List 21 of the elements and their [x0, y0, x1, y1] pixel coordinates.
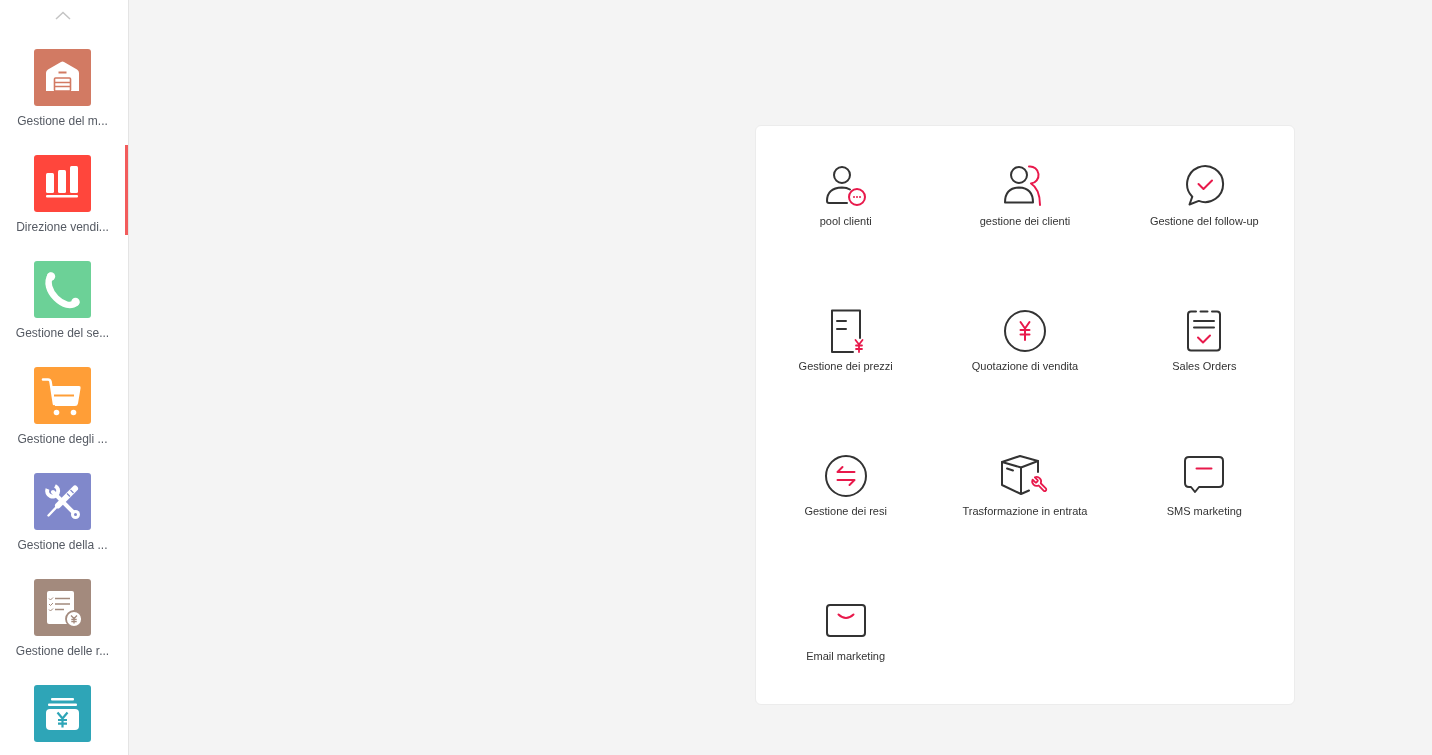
sidebar-item[interactable]: Direzione vendi... — [0, 145, 128, 235]
box-wrench-icon — [1000, 454, 1050, 498]
exchange-arrows-icon — [823, 454, 868, 498]
chevron-up-icon[interactable] — [54, 11, 71, 20]
module-link[interactable]: Quotazione di vendita — [971, 309, 1079, 373]
module-link[interactable]: Trasformazione in entrata — [962, 454, 1088, 518]
module-link[interactable]: SMS marketing — [1166, 454, 1242, 518]
module-link[interactable]: Gestione del follow-up — [1149, 164, 1259, 228]
module-link[interactable]: Gestione dei resi — [804, 454, 887, 518]
yen-circle-icon — [1003, 309, 1047, 353]
module-link[interactable]: Email marketing — [806, 599, 886, 663]
module-link[interactable]: gestione dei clienti — [979, 164, 1071, 228]
sidebar-item[interactable]: Gestione del se... — [0, 251, 128, 341]
sidebar-item[interactable]: Gestione del m... — [0, 39, 128, 129]
module-link[interactable]: Gestione dei prezzi — [798, 309, 893, 373]
sidebar-item[interactable]: Gestione degli ... — [0, 357, 128, 447]
sidebar-item[interactable]: Gestione della ... — [0, 463, 128, 553]
module-link[interactable]: pool clienti — [819, 164, 872, 228]
person-badge-icon — [823, 164, 868, 208]
sidebar-item[interactable]: Gestione delle r... — [0, 569, 128, 659]
module-link[interactable]: Sales Orders — [1172, 309, 1237, 373]
